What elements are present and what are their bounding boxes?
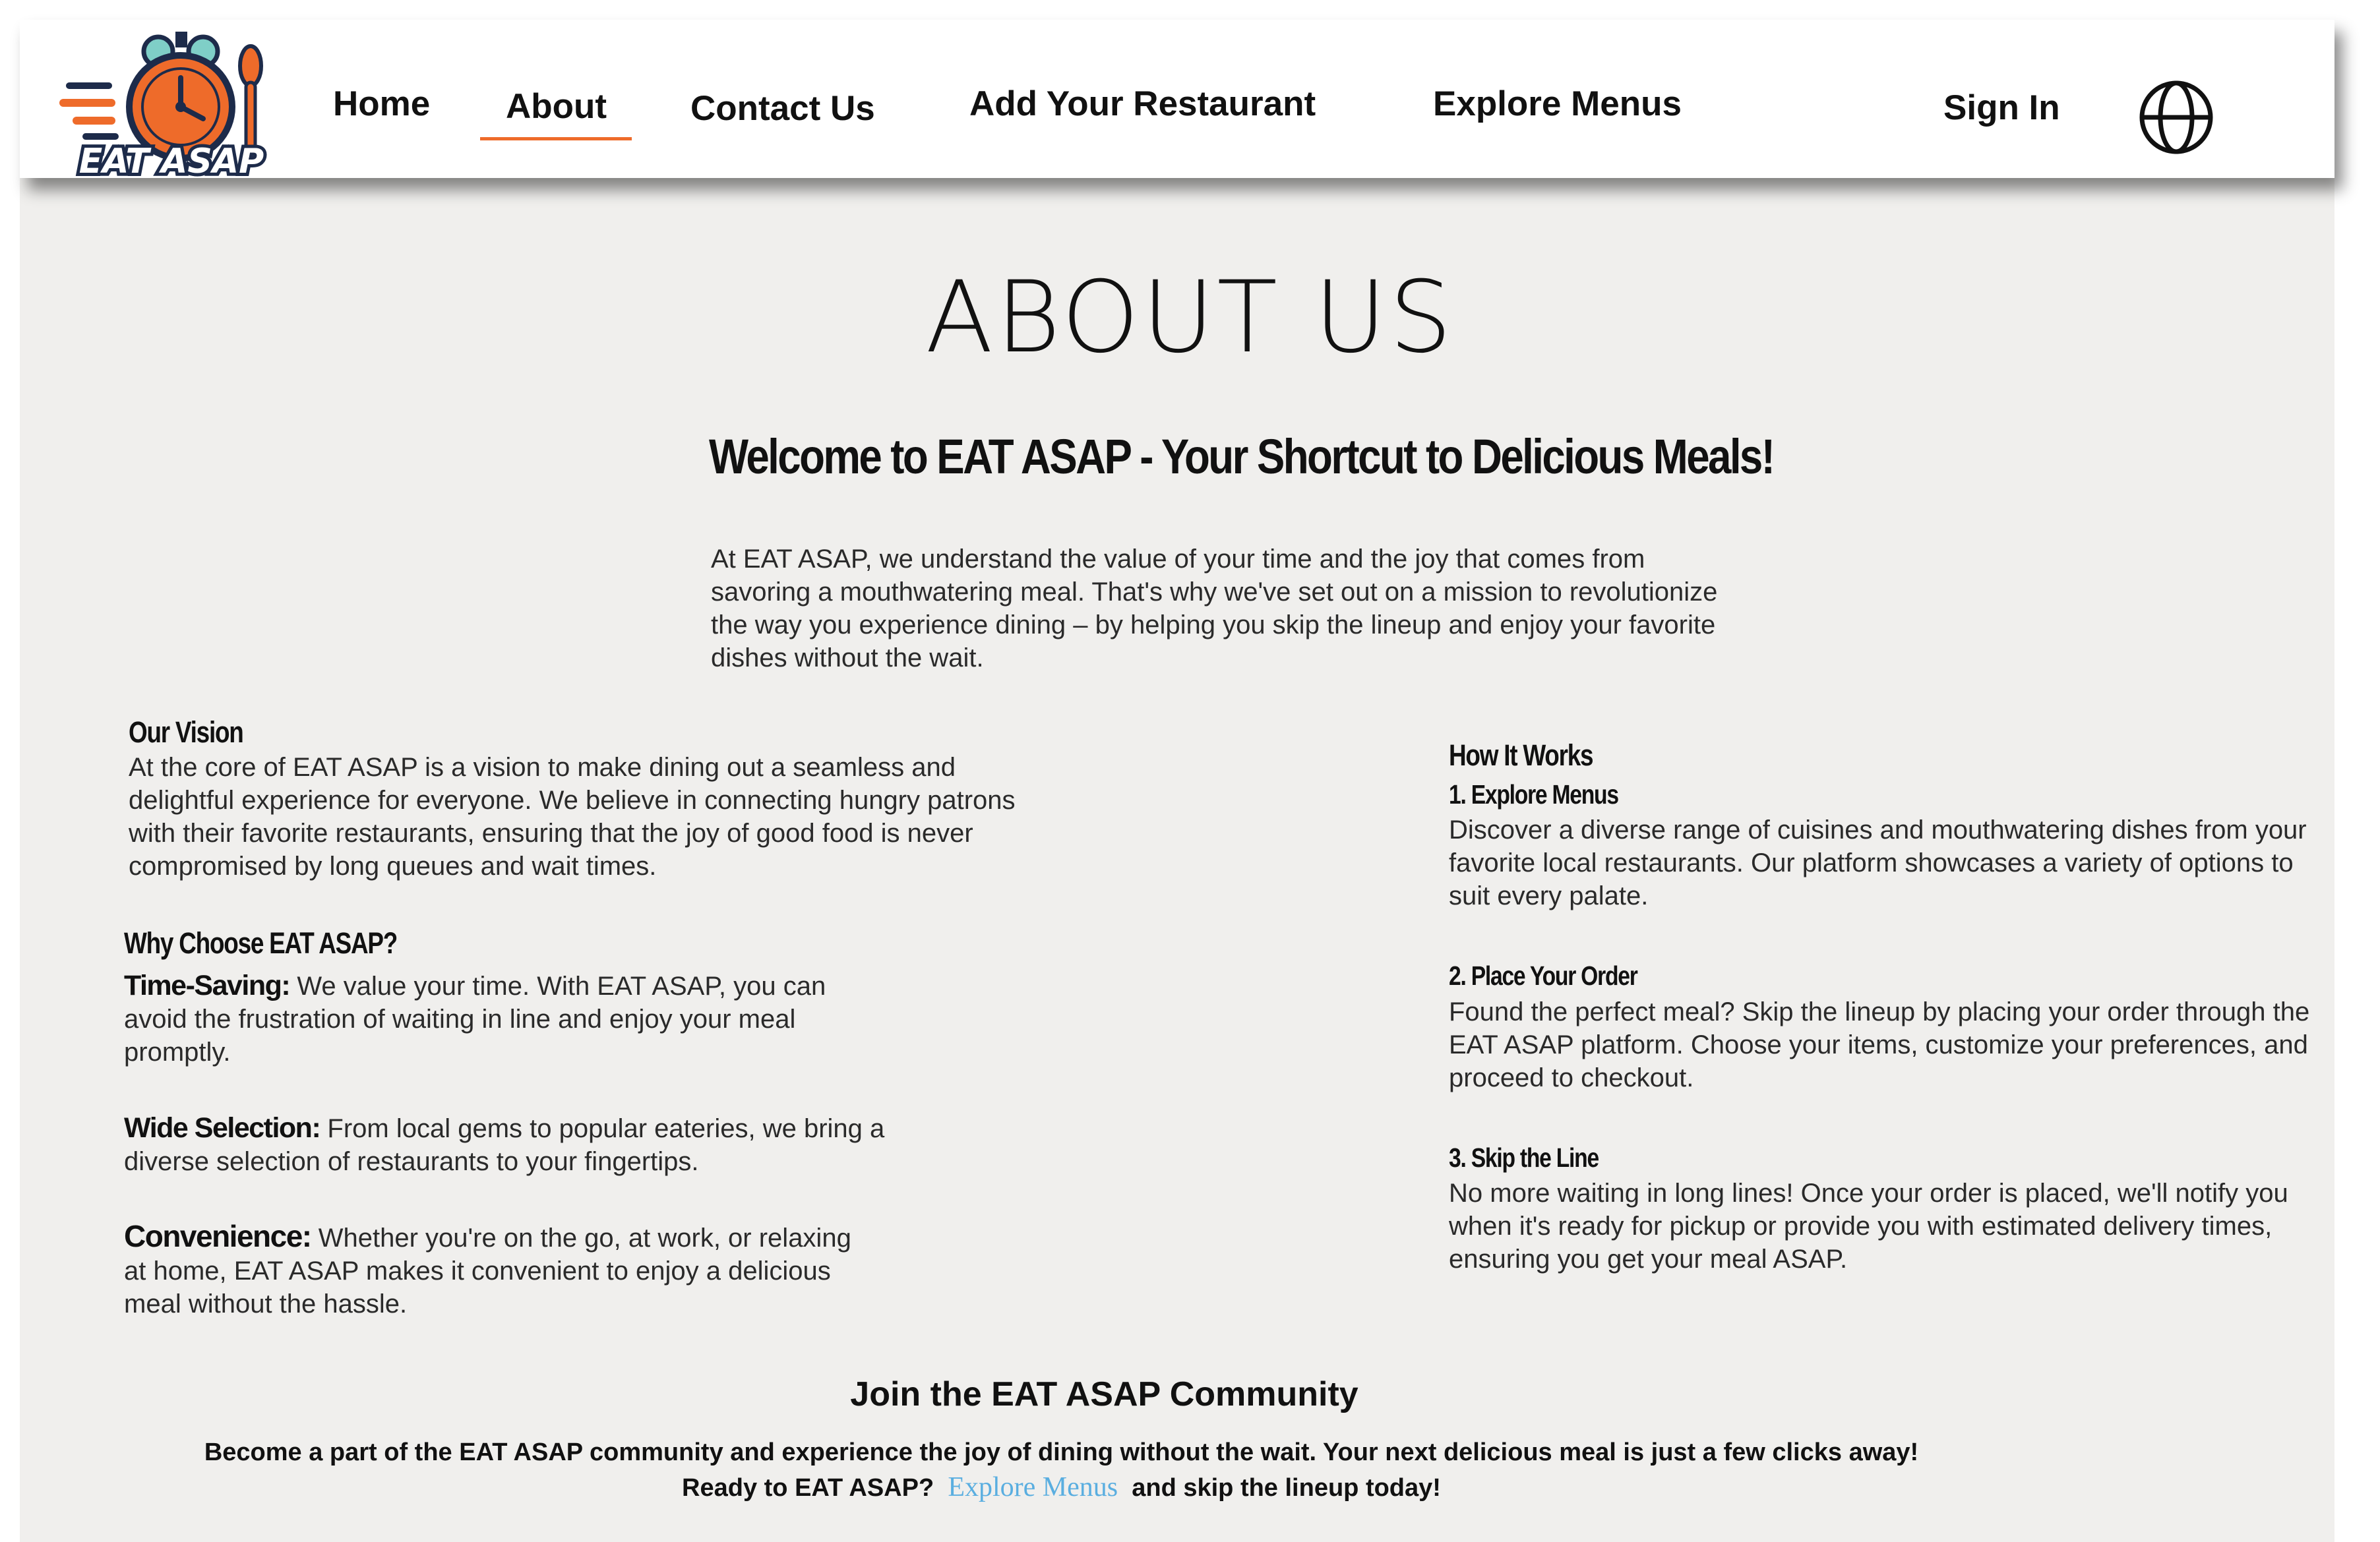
explore-menus-link[interactable]: Explore Menus [948, 1472, 1118, 1502]
join-cta-suffix: and skip the lineup today! [1132, 1474, 1441, 1502]
step-2-line: EAT ASAP platform. Choose your items, cu… [1449, 1030, 2308, 1059]
vision-line: At the core of EAT ASAP is a vision to m… [129, 753, 956, 782]
time-saving-term: Time-Saving: [124, 970, 291, 1001]
nav-explore-menus-link[interactable]: Explore Menus [1433, 84, 1682, 124]
globe-icon[interactable] [2137, 78, 2216, 157]
intro-line: dishes without the wait. [711, 643, 984, 672]
clock-fork-logo-icon: EAT ASAP [59, 32, 267, 185]
vision-paragraph: At the core of EAT ASAP is a vision to m… [129, 751, 1016, 883]
step-1-line: favorite local restaurants. Our platform… [1449, 848, 2294, 877]
step-2-line: Found the perfect meal? Skip the lineup … [1449, 997, 2310, 1026]
wide-selection-term: Wide Selection: [124, 1112, 321, 1144]
nav-active-underline [480, 137, 632, 140]
convenience-line: meal without the hassle. [124, 1290, 408, 1319]
intro-line: the way you experience dining – by helpi… [711, 610, 1716, 639]
convenience-term: Convenience: [124, 1219, 312, 1253]
wide-selection-line: From local gems to popular eateries, we … [327, 1114, 885, 1143]
convenience-line: at home, EAT ASAP makes it convenient to… [124, 1257, 831, 1286]
welcome-heading: Welcome to EAT ASAP - Your Shortcut to D… [709, 429, 1775, 484]
step-3-line: ensuring you get your meal ASAP. [1449, 1245, 1848, 1274]
step-1-title: 1. Explore Menus [1449, 779, 1619, 810]
sign-in-button[interactable]: Sign In [1943, 88, 2060, 128]
vision-line: compromised by long queues and wait time… [129, 852, 657, 881]
intro-paragraph: At EAT ASAP, we understand the value of … [711, 543, 1717, 674]
join-community-heading: Join the EAT ASAP Community [850, 1375, 1358, 1413]
join-cta-prefix: Ready to EAT ASAP? [682, 1474, 934, 1502]
wide-selection-paragraph: Wide Selection: From local gems to popul… [124, 1112, 915, 1178]
intro-line: savoring a mouthwatering meal. That's wh… [711, 578, 1718, 607]
time-saving-line: promptly. [124, 1038, 231, 1067]
nav-contact-link[interactable]: Contact Us [690, 88, 875, 129]
step-3-line: No more waiting in long lines! Once your… [1449, 1179, 2288, 1208]
vision-heading: Our Vision [129, 715, 244, 749]
nav-about-link[interactable]: About [506, 86, 607, 127]
how-it-works-heading: How It Works [1449, 738, 1594, 772]
time-saving-line: We value your time. With EAT ASAP, you c… [297, 972, 826, 1001]
step-1-line: suit every palate. [1449, 881, 1649, 910]
step-3-paragraph: No more waiting in long lines! Once your… [1449, 1177, 2288, 1276]
why-choose-heading: Why Choose EAT ASAP? [124, 926, 398, 960]
eat-asap-logo[interactable]: EAT ASAP [59, 20, 270, 185]
step-1-line: Discover a diverse range of cuisines and… [1449, 815, 2307, 845]
time-saving-paragraph: Time-Saving: We value your time. With EA… [124, 969, 915, 1069]
intro-line: At EAT ASAP, we understand the value of … [711, 545, 1645, 574]
page-title: ABOUT US [925, 260, 1455, 375]
svg-text:EAT ASAP: EAT ASAP [79, 142, 264, 181]
wide-selection-line: diverse selection of restaurants to your… [124, 1147, 699, 1176]
step-3-line: when it's ready for pickup or provide yo… [1449, 1212, 2273, 1241]
navbar: EAT ASAP Home About Contact Us Add Your … [20, 20, 2334, 185]
nav-add-restaurant-link[interactable]: Add Your Restaurant [969, 84, 1316, 124]
join-cta-line: Ready to EAT ASAP? Explore Menus and ski… [0, 1471, 2251, 1503]
step-2-line: proceed to checkout. [1449, 1063, 1694, 1092]
step-1-paragraph: Discover a diverse range of cuisines and… [1449, 814, 2307, 912]
join-community-text: Become a part of the EAT ASAP community … [204, 1438, 1919, 1466]
step-2-title: 2. Place Your Order [1449, 961, 1638, 991]
convenience-paragraph: Convenience: Whether you're on the go, a… [124, 1220, 915, 1320]
vision-line: delightful experience for everyone. We b… [129, 786, 1016, 815]
convenience-line: Whether you're on the go, at work, or re… [318, 1224, 851, 1253]
time-saving-line: avoid the frustration of waiting in line… [124, 1005, 796, 1034]
step-3-title: 3. Skip the Line [1449, 1142, 1599, 1173]
vision-line: with their favorite restaurants, ensurin… [129, 819, 973, 848]
step-2-paragraph: Found the perfect meal? Skip the lineup … [1449, 995, 2309, 1094]
nav-home-link[interactable]: Home [333, 84, 430, 124]
